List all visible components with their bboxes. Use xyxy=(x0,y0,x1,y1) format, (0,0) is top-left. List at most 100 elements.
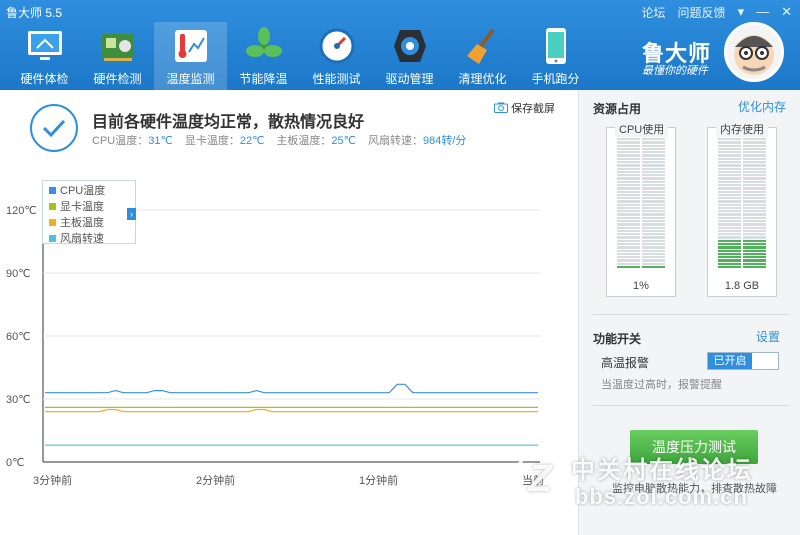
gauge-segment xyxy=(743,164,766,167)
gauge-segment xyxy=(718,187,741,190)
watermark-text: 中关村在线论坛 xyxy=(571,457,753,484)
gauge-segment xyxy=(743,226,766,229)
gauge-segment xyxy=(743,193,766,197)
gauge-segment xyxy=(718,193,741,197)
gauge-segment xyxy=(642,216,665,220)
gauge-segment xyxy=(617,138,640,141)
y-tick-label: 0℃ xyxy=(6,457,24,469)
menu-button[interactable]: ▾ xyxy=(738,4,745,21)
gauge-segment xyxy=(642,226,665,229)
gauge-segment xyxy=(743,174,766,177)
gauge-segment xyxy=(642,220,665,223)
save-screenshot-button[interactable]: 保存截屏 xyxy=(494,100,555,116)
gauge-segment xyxy=(743,187,766,190)
gauge-segment xyxy=(642,151,665,154)
gauge-segment xyxy=(718,249,741,252)
x-tick-label: 3分钟前 xyxy=(33,473,72,487)
hardware-checkup-icon xyxy=(25,26,65,66)
gauge-segment xyxy=(718,200,741,203)
gauge-segment xyxy=(642,174,665,177)
cleanup-broom-icon xyxy=(463,26,503,66)
gauge-segment xyxy=(743,206,766,210)
nav-label: 温度监测 xyxy=(166,72,215,86)
forum-link[interactable]: 论坛 xyxy=(642,4,666,21)
gauge-segment xyxy=(617,147,640,151)
gauge-segment xyxy=(718,164,741,167)
gauge-segment xyxy=(617,229,640,233)
gauge-segment xyxy=(718,147,741,151)
gauge-segment xyxy=(617,190,640,193)
gauge-segment xyxy=(718,243,741,246)
gauge-segment xyxy=(718,239,741,242)
gauge-segment xyxy=(642,144,665,147)
gauge-segment xyxy=(718,174,741,177)
nav-driver-manage[interactable]: 驱动管理 xyxy=(373,22,446,90)
gauge-segment xyxy=(642,223,665,226)
gauge-segment xyxy=(617,216,640,220)
gauge-segment xyxy=(642,213,665,216)
title-bar: 鲁大师 5.5 论坛 问题反馈 ▾ — ✕ 硬件体检 硬件检测 温度监测 节能降… xyxy=(0,0,800,90)
x-tick-label: 1分钟前 xyxy=(359,473,398,487)
settings-link[interactable]: 设置 xyxy=(756,328,780,345)
nav-energy-save[interactable]: 节能降温 xyxy=(227,22,300,90)
gauge-segment xyxy=(718,138,741,141)
legend-collapse-button[interactable]: › xyxy=(127,208,136,220)
toggle-on-state: 已开启 xyxy=(708,353,752,369)
gauge-segment xyxy=(743,236,766,239)
close-button[interactable]: ✕ xyxy=(781,4,792,21)
gauge-segment xyxy=(743,200,766,203)
optimize-memory-link[interactable]: 优化内存 xyxy=(738,98,786,115)
phone-benchmark-icon xyxy=(536,26,576,66)
board-reading: 主板温度：25℃ xyxy=(276,135,357,147)
gauge-segment xyxy=(743,220,766,223)
gauge-segment xyxy=(617,193,640,197)
nav-performance-test[interactable]: 性能测试 xyxy=(300,22,373,90)
y-tick-label: 30℃ xyxy=(6,394,31,406)
gauge-segment xyxy=(743,252,766,256)
legend-swatch xyxy=(49,203,56,210)
gauge-segment xyxy=(743,154,766,157)
gauge-segment xyxy=(642,200,665,203)
nav-label: 清理优化 xyxy=(458,72,507,86)
zol-watermark-logo: Z xyxy=(512,452,568,508)
gauge-segment xyxy=(718,160,741,164)
nav-cleanup[interactable]: 清理优化 xyxy=(446,22,519,90)
gauge-segment xyxy=(617,200,640,203)
nav-hardware-checkup[interactable]: 硬件体检 xyxy=(8,22,81,90)
legend-board: 主板温度 xyxy=(49,215,135,231)
gauge-segment xyxy=(617,141,640,144)
high-temp-alarm-toggle[interactable]: 已开启 xyxy=(707,352,779,370)
nav-phone-benchmark[interactable]: 手机跑分 xyxy=(519,22,592,90)
gauge-segment xyxy=(718,246,741,249)
resources-title: 资源占用 xyxy=(593,102,642,116)
memory-usage-gauge: 内存使用 1.8 GB xyxy=(707,121,777,297)
feedback-link[interactable]: 问题反馈 xyxy=(678,4,726,21)
gauge-segment xyxy=(617,183,640,187)
energy-save-fan-icon xyxy=(244,26,284,66)
gauge-segment xyxy=(642,183,665,187)
gauge-segment xyxy=(642,190,665,193)
gauge-segment xyxy=(743,167,766,170)
nav-temperature-monitor[interactable]: 温度监测 xyxy=(154,22,227,90)
minimize-button[interactable]: — xyxy=(756,4,769,21)
y-tick-label: 60℃ xyxy=(6,331,31,343)
gauge-segment xyxy=(743,229,766,233)
y-tick-label: 90℃ xyxy=(6,268,31,280)
gauge-segment xyxy=(718,180,741,183)
gauge-segment xyxy=(642,187,665,190)
gauge-segment xyxy=(617,157,640,160)
gauge-segment xyxy=(617,226,640,229)
gauge-segment xyxy=(642,262,665,265)
gauge-segment xyxy=(617,164,640,167)
gauge-segment xyxy=(718,213,741,216)
gauge-segment xyxy=(718,259,741,262)
gauge-segment xyxy=(642,246,665,249)
gauge-segment xyxy=(642,167,665,170)
mascot-avatar[interactable] xyxy=(724,22,784,82)
nav-hardware-detect[interactable]: 硬件检测 xyxy=(81,22,154,90)
gauge-segment xyxy=(617,236,640,239)
gauge-segment xyxy=(743,203,766,206)
camera-icon xyxy=(494,102,508,113)
gauge-segment xyxy=(642,157,665,160)
gauge-segment xyxy=(718,206,741,210)
